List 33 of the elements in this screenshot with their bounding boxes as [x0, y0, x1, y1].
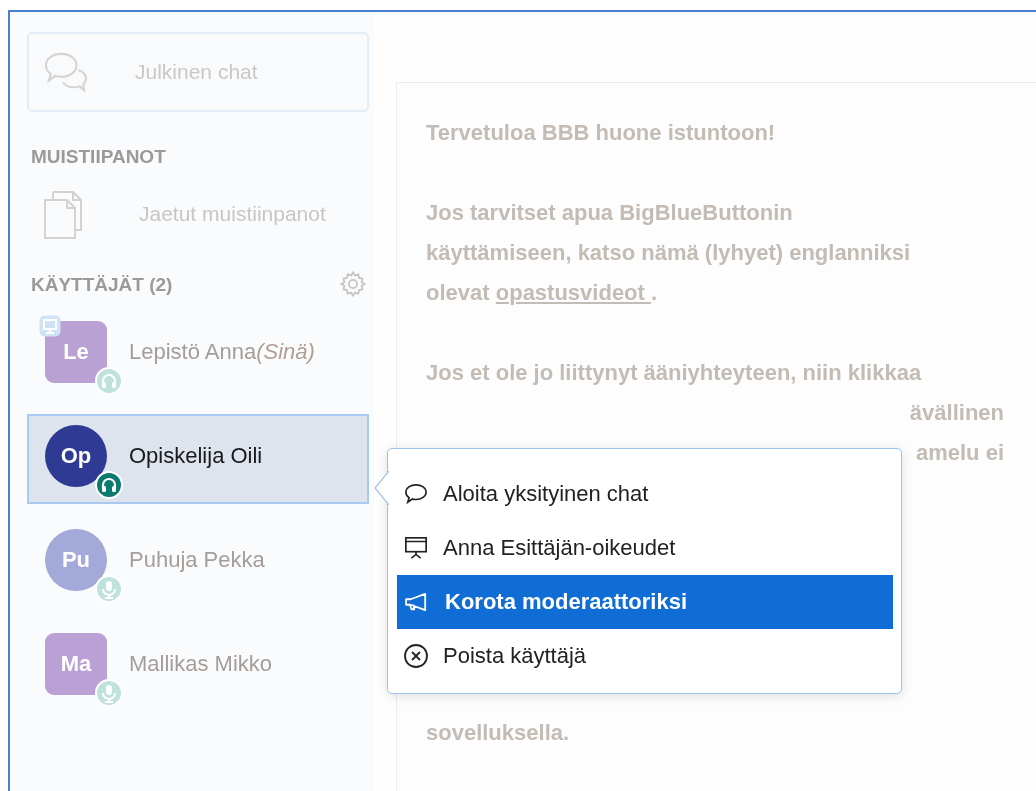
user-name: Puhuja Pekka	[129, 547, 265, 573]
section-heading: MUISTIIPANOT	[31, 146, 167, 168]
welcome-text: käyttämiseen, katso nämä (lyhyet) englanniksi	[426, 239, 912, 267]
remove-circle-icon	[403, 643, 429, 669]
welcome-text: olevat opastusvideot .	[426, 279, 659, 307]
user-list-item[interactable]: Op Opiskelija Oili	[27, 414, 369, 504]
section-heading: KÄYTTÄJÄT (2)	[31, 274, 173, 296]
menu-item[interactable]: Aloita yksityinen chat	[397, 467, 893, 521]
presentation-screen-icon	[403, 536, 429, 560]
welcome-text: sovelluksella.	[426, 719, 571, 747]
menu-item[interactable]: Poista käyttäjä	[397, 629, 893, 683]
menu-item[interactable]: Korota moderaattoriksi	[397, 575, 893, 629]
documents-icon	[43, 188, 85, 240]
user-list-item[interactable]: Ma Mallikas Mikko	[27, 622, 369, 712]
settings-icon[interactable]	[339, 270, 367, 298]
link[interactable]: opastusvideot	[495, 280, 651, 305]
welcome-text: amelu ei	[914, 439, 1004, 467]
speech-bubble-icon	[403, 483, 429, 505]
menu-item[interactable]: Anna Esittäjän-oikeudet	[397, 521, 893, 575]
welcome-text: Jos et ole jo liittynyt ääniyhteyteen, niin klikkaa	[426, 359, 923, 387]
chat-bubbles-icon	[43, 51, 89, 93]
user-list-item[interactable]: Pu Puhuja Pekka	[27, 518, 369, 608]
user-avatar: Ma	[45, 633, 107, 695]
welcome-text: ävällinen	[908, 399, 1004, 427]
user-name: Lepistö Anna(Sinä)	[129, 339, 315, 365]
user-avatar: Op	[45, 425, 107, 487]
welcome-text: Tervetuloa BBB huone istuntoon!	[426, 119, 777, 147]
user-name: Opiskelija Oili	[129, 443, 263, 469]
user-avatar: Pu	[45, 529, 107, 591]
user-list-item[interactable]: Le Lepistö Anna(Sinä)	[27, 310, 369, 400]
user-avatar: Le	[45, 321, 107, 383]
welcome-text: Jos tarvitset apua BigBlueButtonin	[426, 199, 794, 227]
user-name: Mallikas Mikko	[129, 651, 273, 677]
